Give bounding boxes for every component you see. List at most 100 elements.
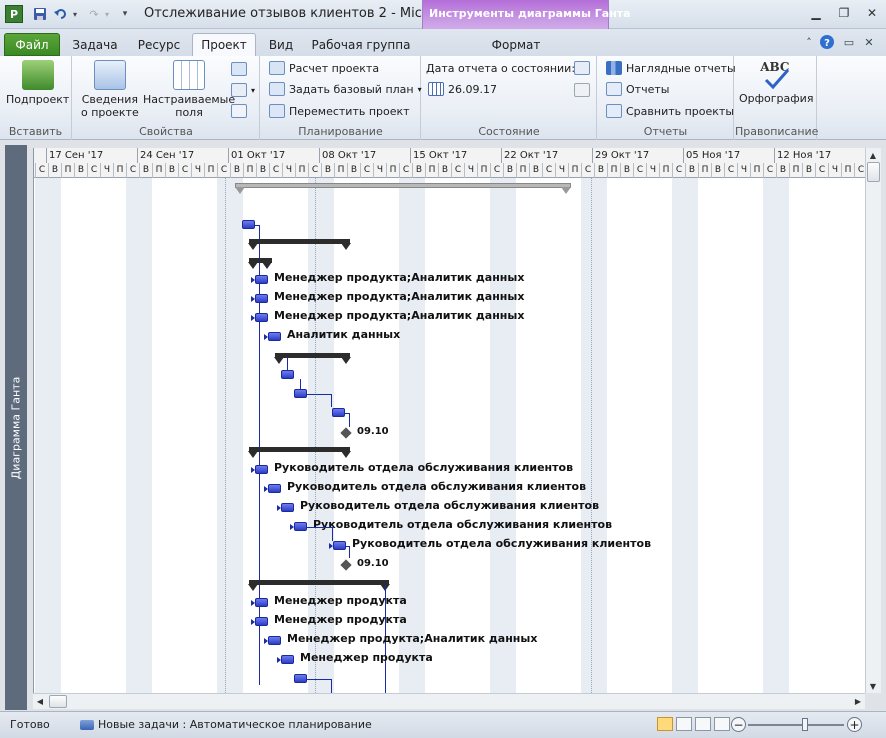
restore-icon[interactable]: ❐ [831,4,857,22]
calculate-project-button[interactable]: Расчет проекта [269,59,379,77]
visual-reports-button[interactable]: Наглядные отчеты [606,59,736,77]
task-bar[interactable] [294,389,307,398]
zoom-slider[interactable] [748,724,844,726]
timescale-day: С [542,163,555,178]
doc-restore-icon[interactable]: ▭ [840,33,858,51]
customize-qat-icon[interactable]: ▾ [120,5,130,23]
link-line [307,679,331,680]
reports-button[interactable]: Отчеты [606,80,669,98]
summary-bar[interactable] [249,447,350,452]
minimize-icon[interactable]: ▁ [803,4,829,22]
move-project-button[interactable]: Переместить проект [269,102,410,120]
tab-resource[interactable]: Ресурс [130,33,188,56]
tab-view[interactable]: Вид [262,33,300,56]
redo-icon[interactable]: ↷ [86,5,102,23]
help-icon[interactable]: ? [818,33,836,51]
milestone-diamond[interactable] [340,427,352,439]
task-bar[interactable] [255,275,268,284]
task-bar[interactable] [242,220,255,229]
timescale-day: В [230,163,243,178]
tab-project[interactable]: Проект [192,33,256,56]
task-bar[interactable] [255,465,268,474]
summary-bar[interactable] [249,239,350,244]
tab-team[interactable]: Рабочая группа [306,33,416,56]
milestone-diamond[interactable] [340,559,352,571]
scroll-up-icon[interactable]: ▲ [866,148,880,162]
timescale-day: П [386,163,399,178]
timescale-day: Ч [464,163,477,178]
close-icon[interactable]: ✕ [859,4,885,22]
undo-dropdown-icon[interactable]: ▾ [71,5,79,23]
zoom-in-icon[interactable]: + [847,717,862,732]
timescale-day: Ч [828,163,841,178]
tab-file[interactable]: Файл [4,33,60,56]
project-app-icon[interactable]: P [5,5,23,23]
ribbon: Подпроект Вставить Сведения о проекте На… [0,56,886,140]
task-bar[interactable] [268,332,281,341]
task-bar[interactable] [281,370,294,379]
task-usage-view-icon[interactable] [676,717,692,731]
resource-sheet-view-icon[interactable] [714,717,730,731]
link-arrow [277,657,281,663]
timescale-day: П [152,163,165,178]
tab-task[interactable]: Задача [66,33,124,56]
task-bar[interactable] [268,484,281,493]
change-working-time-icon[interactable] [231,102,251,120]
subproject-button[interactable]: Подпроект [6,60,69,106]
tab-format[interactable]: Формат [426,33,606,56]
set-baseline-button[interactable]: Задать базовый план ▾ [269,80,422,98]
task-bar[interactable] [294,522,307,531]
scroll-right-icon[interactable]: ▶ [851,694,865,708]
task-bar[interactable] [294,674,307,683]
update-project-icon[interactable] [574,59,594,77]
compare-projects-button[interactable]: Сравнить проекты [606,102,734,120]
link-arrow [251,467,255,473]
task-bar[interactable] [333,541,346,550]
save-icon[interactable] [32,5,48,23]
doc-close-icon[interactable]: ✕ [860,33,878,51]
timescale-week: 08 Окт '17 [319,148,410,163]
task-bar[interactable] [268,636,281,645]
project-info-button[interactable]: Сведения о проекте [81,60,139,119]
summary-bar[interactable] [249,580,389,585]
task-bar[interactable] [281,503,294,512]
task-bar[interactable] [255,313,268,322]
timescale-day: В [685,163,698,178]
title-bar: P ▾ ↷ ▾ ▾ Отслеживание отзывов клиентов … [0,0,886,56]
vertical-scroll-thumb[interactable] [867,162,880,182]
custom-fields-button[interactable]: Настраиваемые поля [143,60,235,119]
undo-icon[interactable] [53,5,69,23]
scroll-left-icon[interactable]: ◀ [33,694,47,708]
task-bar[interactable] [255,598,268,607]
task-bar[interactable] [255,294,268,303]
scroll-down-icon[interactable]: ▼ [866,679,880,693]
zoom-out-icon[interactable]: − [731,717,746,732]
status-date-button[interactable]: 26.09.17 [428,80,497,98]
timescale-day: В [776,163,789,178]
summary-bar-cap [341,243,351,250]
gantt-chart[interactable]: 17 Сен '17 24 Сен '17 01 Окт '17 08 Окт '17… [33,148,865,693]
team-planner-view-icon[interactable] [695,717,711,731]
zoom-slider-thumb[interactable] [802,718,808,731]
link-arrow [251,315,255,321]
spelling-button[interactable]: ABC Орфография [739,60,813,105]
horizontal-scrollbar[interactable]: ◀ ▶ [33,693,865,709]
wbs-icon[interactable]: ▾ [231,81,255,99]
group-properties-label: Свойства [139,125,193,138]
horizontal-scroll-thumb[interactable] [49,695,67,708]
task-mode-button[interactable]: Новые задачи : Автоматическое планирован… [80,718,372,731]
vertical-scrollbar[interactable]: ▲ ▼ [865,148,881,693]
task-bar[interactable] [332,408,345,417]
links-icon[interactable] [231,60,251,78]
timescale-day: В [347,163,360,178]
project-summary-bar[interactable] [235,183,571,188]
view-bar[interactable]: Диаграмма Ганта [5,145,27,710]
gantt-view-icon[interactable] [657,717,673,731]
minimize-ribbon-icon[interactable]: ˄ [800,33,818,51]
summary-bar-cap [341,357,351,364]
task-bar[interactable] [255,617,268,626]
summary-bar-cap [341,451,351,458]
status-report-icon[interactable] [574,81,594,99]
task-bar[interactable] [281,655,294,664]
redo-dropdown-icon[interactable]: ▾ [103,5,111,23]
